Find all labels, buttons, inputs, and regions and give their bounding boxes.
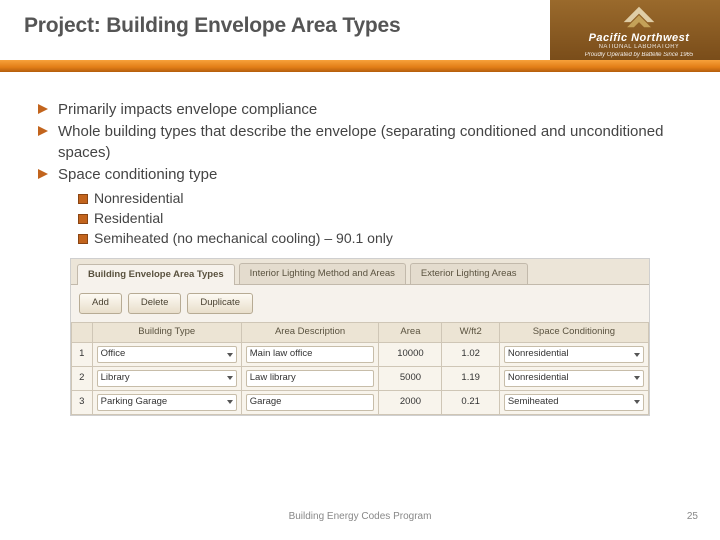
building-type-cell[interactable]: Parking Garage [92,390,241,414]
logo-mark-icon [622,4,656,30]
col-building-type: Building Type [92,323,241,343]
col-area-description: Area Description [241,323,379,343]
col-space-conditioning: Space Conditioning [499,323,648,343]
embedded-screenshot: Building Envelope Area Types Interior Li… [70,258,650,416]
sub-bullet-item: Residential [78,209,682,228]
row-index: 3 [72,390,93,414]
decorative-bar [0,60,720,72]
space-conditioning-cell[interactable]: Nonresidential [499,366,648,390]
brand-logo: Pacific Northwest NATIONAL LABORATORY Pr… [574,4,704,58]
wft2-cell: 1.19 [442,366,499,390]
col-num [72,323,93,343]
chevron-down-icon [634,400,640,404]
logo-brand-text: Pacific Northwest [574,32,704,44]
space-conditioning-cell[interactable]: Nonresidential [499,343,648,367]
space-conditioning-cell[interactable]: Semiheated [499,390,648,414]
footer-text: Building Energy Codes Program [0,511,720,522]
area-description-cell[interactable]: Main law office [241,343,379,367]
area-types-table: Building Type Area Description Area W/ft… [71,322,649,414]
slide-header: Project: Building Envelope Area Types Pa… [0,0,720,78]
chevron-down-icon [227,353,233,357]
slide-body: Primarily impacts envelope compliance Wh… [0,78,720,416]
bullet-item: Primarily impacts envelope compliance [38,100,682,120]
logo-sub-text: NATIONAL LABORATORY [574,44,704,50]
chevron-down-icon [227,376,233,380]
tab-interior-lighting[interactable]: Interior Lighting Method and Areas [239,263,406,285]
main-bullet-list: Primarily impacts envelope compliance Wh… [38,100,682,185]
area-description-cell[interactable]: Garage [241,390,379,414]
chevron-down-icon [634,353,640,357]
chevron-down-icon [227,400,233,404]
area-description-cell[interactable]: Law library [241,366,379,390]
sub-bullet-item: Nonresidential [78,189,682,208]
bullet-item: Whole building types that describe the e… [38,122,682,163]
tab-envelope[interactable]: Building Envelope Area Types [77,264,235,286]
chevron-down-icon [634,376,640,380]
wft2-cell: 1.02 [442,343,499,367]
wft2-cell: 0.21 [442,390,499,414]
sub-bullet-item: Semiheated (no mechanical cooling) – 90.… [78,229,682,248]
tab-bar: Building Envelope Area Types Interior Li… [71,259,649,286]
row-index: 2 [72,366,93,390]
add-button[interactable]: Add [79,293,122,314]
table-row: 2LibraryLaw library50001.19Nonresidentia… [72,366,649,390]
area-cell[interactable]: 5000 [379,366,442,390]
area-cell[interactable]: 2000 [379,390,442,414]
duplicate-button[interactable]: Duplicate [187,293,253,314]
toolbar: Add Delete Duplicate [71,285,649,322]
col-area: Area [379,323,442,343]
sub-bullet-list: Nonresidential Residential Semiheated (n… [78,189,682,248]
logo-tagline-text: Proudly Operated by Battelle Since 1965 [574,52,704,58]
building-type-cell[interactable]: Office [92,343,241,367]
building-type-cell[interactable]: Library [92,366,241,390]
row-index: 1 [72,343,93,367]
delete-button[interactable]: Delete [128,293,181,314]
table-row: 1OfficeMain law office100001.02Nonreside… [72,343,649,367]
page-number: 25 [687,511,698,522]
table-row: 3Parking GarageGarage20000.21Semiheated [72,390,649,414]
col-wft2: W/ft2 [442,323,499,343]
table-header-row: Building Type Area Description Area W/ft… [72,323,649,343]
tab-exterior-lighting[interactable]: Exterior Lighting Areas [410,263,528,285]
bullet-item: Space conditioning type [38,165,682,185]
area-cell[interactable]: 10000 [379,343,442,367]
